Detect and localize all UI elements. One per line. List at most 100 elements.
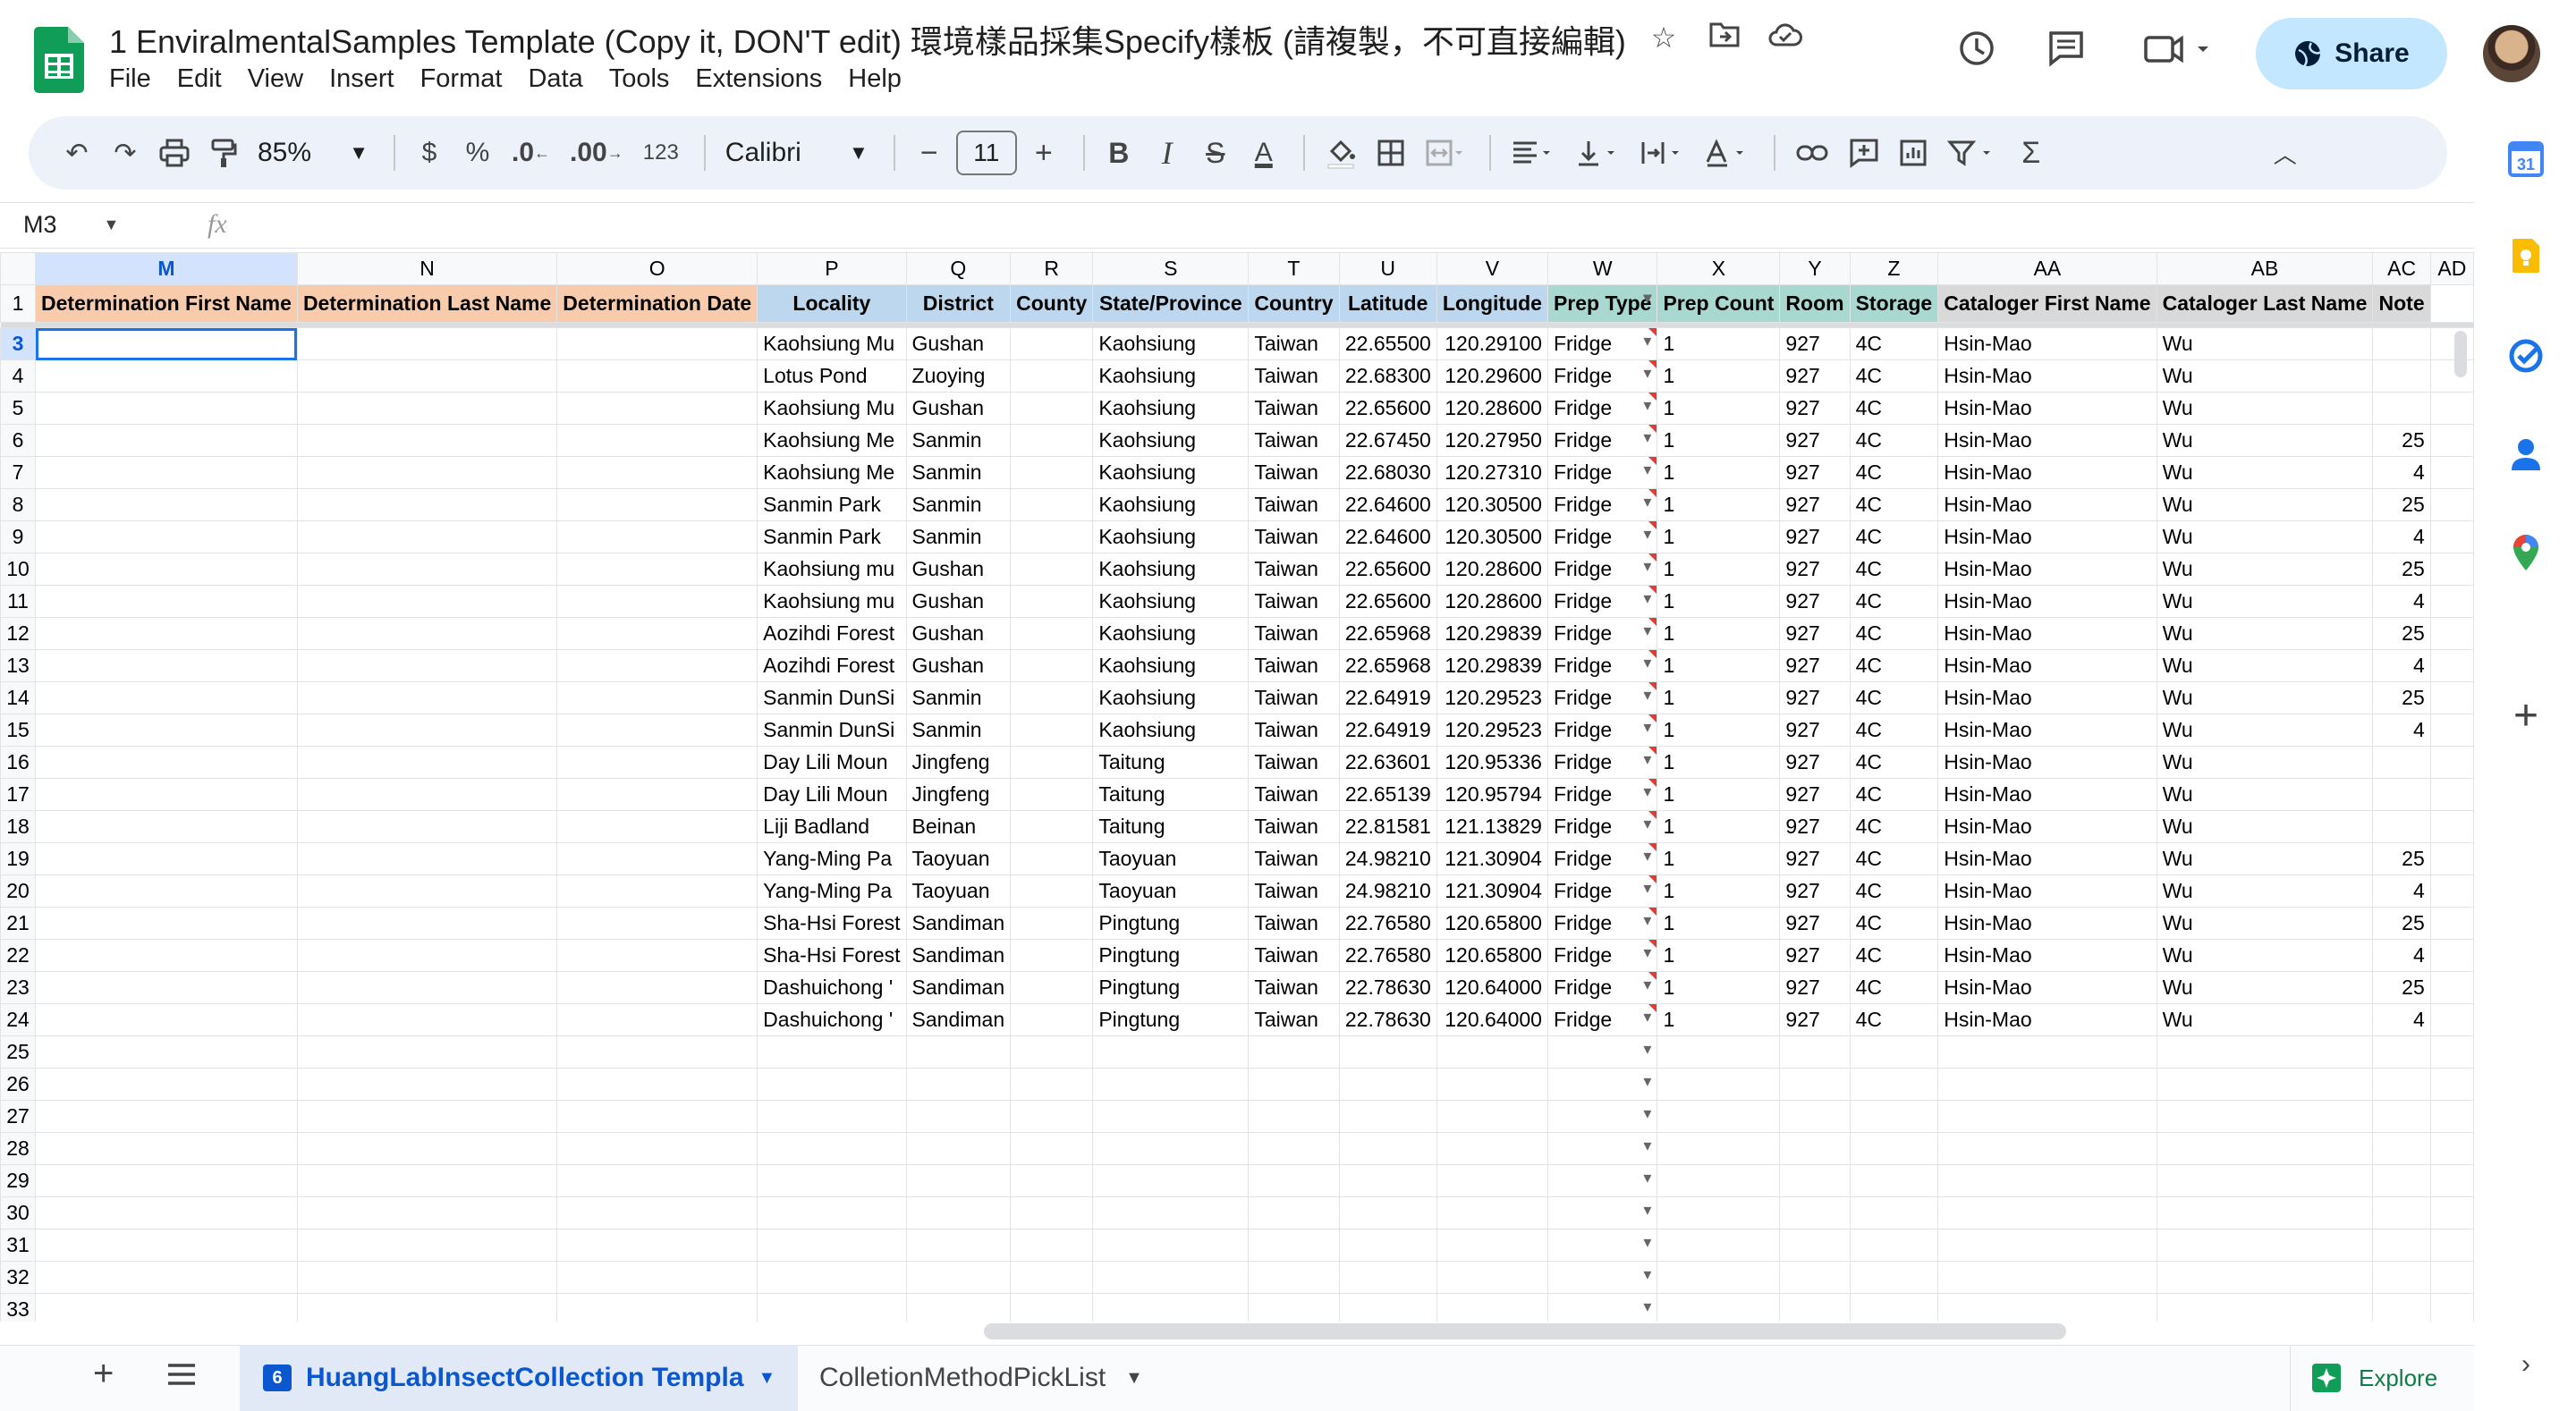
table-cell[interactable]: Hsin-Mao — [1937, 649, 2157, 682]
table-cell[interactable] — [1338, 1229, 1437, 1262]
table-cell[interactable] — [1937, 1261, 2157, 1294]
menu-edit[interactable]: Edit — [177, 64, 237, 94]
table-cell[interactable] — [2156, 1100, 2374, 1133]
redo-icon[interactable]: ↷ — [104, 128, 147, 178]
table-cell[interactable] — [2429, 1132, 2474, 1165]
column-header-r[interactable]: R — [1010, 252, 1094, 285]
table-cell[interactable]: Aozihdi Forest — [757, 617, 907, 650]
table-cell[interactable] — [35, 392, 298, 425]
table-cell[interactable]: Taiwan — [1248, 585, 1340, 618]
table-cell[interactable] — [1092, 1132, 1250, 1165]
video-call-icon[interactable] — [2138, 29, 2218, 79]
table-cell[interactable]: 927 — [1779, 842, 1851, 875]
row-header[interactable]: 8 — [0, 488, 37, 521]
table-cell[interactable] — [35, 520, 298, 553]
borders-icon[interactable] — [1369, 128, 1412, 178]
table-cell[interactable]: 22.64600 — [1338, 520, 1437, 553]
column-header-ac[interactable]: AC — [2372, 252, 2431, 285]
menu-view[interactable]: View — [248, 64, 318, 94]
table-cell[interactable]: 927 — [1779, 810, 1851, 843]
table-cell[interactable] — [35, 1100, 298, 1133]
table-cell[interactable]: Dashuichong ' — [757, 971, 907, 1004]
column-header-t[interactable]: T — [1248, 252, 1340, 285]
table-cell[interactable]: Taitung — [1092, 746, 1250, 779]
table-cell[interactable]: 1 — [1657, 842, 1781, 875]
table-cell[interactable] — [2372, 1196, 2431, 1229]
menu-insert[interactable]: Insert — [329, 64, 410, 94]
table-cell[interactable] — [1010, 778, 1094, 811]
tab-collection-method-picklist[interactable]: ColletionMethodPickList ▼ — [819, 1345, 1143, 1411]
table-cell[interactable]: 120.27950 — [1436, 424, 1548, 457]
table-cell[interactable] — [556, 488, 758, 521]
table-cell[interactable]: Sha-Hsi Forest — [757, 939, 907, 972]
table-cell[interactable]: 927 — [1779, 778, 1851, 811]
table-cell[interactable] — [2429, 424, 2474, 457]
table-cell[interactable] — [2429, 1100, 2474, 1133]
italic-button[interactable]: I — [1146, 128, 1189, 178]
table-cell[interactable]: Hsin-Mao — [1937, 971, 2157, 1004]
text-color-button[interactable]: A — [1242, 128, 1285, 178]
table-cell[interactable]: Kaohsiung — [1092, 456, 1250, 489]
maps-icon[interactable] — [2503, 529, 2549, 576]
horizontal-align-icon[interactable] — [1504, 128, 1563, 178]
table-cell[interactable]: Fridge — [1546, 327, 1658, 360]
table-cell[interactable]: Fridge — [1546, 1003, 1658, 1036]
table-cell[interactable]: 120.28600 — [1436, 553, 1548, 586]
table-cell[interactable]: 4C — [1849, 520, 1939, 553]
table-cell[interactable] — [35, 746, 298, 779]
table-cell[interactable] — [35, 810, 298, 843]
menu-extensions[interactable]: Extensions — [695, 64, 837, 94]
table-cell[interactable] — [1010, 939, 1094, 972]
table-cell[interactable]: Hsin-Mao — [1937, 907, 2157, 940]
table-cell[interactable] — [35, 359, 298, 393]
table-cell[interactable] — [1546, 1229, 1658, 1262]
table-cell[interactable]: Kaohsiung mu — [757, 553, 907, 586]
table-cell[interactable]: 1 — [1657, 520, 1781, 553]
table-cell[interactable] — [1546, 1196, 1658, 1229]
field-header-cell[interactable]: Locality — [757, 284, 907, 323]
fill-color-icon[interactable] — [1318, 128, 1364, 178]
table-cell[interactable] — [296, 874, 558, 908]
table-cell[interactable] — [1937, 1035, 2157, 1069]
column-header-w[interactable]: W — [1546, 252, 1658, 285]
table-cell[interactable]: 1 — [1657, 649, 1781, 682]
table-cell[interactable] — [1436, 1261, 1548, 1294]
row-header[interactable]: 13 — [0, 649, 37, 682]
table-cell[interactable]: Taiwan — [1248, 488, 1340, 521]
table-cell[interactable] — [1010, 617, 1094, 650]
table-cell[interactable]: 120.29523 — [1436, 714, 1548, 747]
table-cell[interactable]: Wu — [2156, 907, 2374, 940]
table-cell[interactable] — [1248, 1261, 1340, 1294]
table-cell[interactable] — [1010, 488, 1094, 521]
table-cell[interactable]: 120.64000 — [1436, 971, 1548, 1004]
table-cell[interactable] — [1849, 1100, 1939, 1133]
table-cell[interactable]: Wu — [2156, 585, 2374, 618]
row-header[interactable]: 32 — [0, 1261, 37, 1294]
table-cell[interactable] — [1092, 1229, 1250, 1262]
field-header-cell[interactable]: Country — [1248, 284, 1340, 323]
table-cell[interactable] — [296, 1229, 558, 1262]
table-cell[interactable] — [1338, 1293, 1437, 1322]
table-cell[interactable]: 25 — [2372, 971, 2431, 1004]
table-cell[interactable]: 25 — [2372, 842, 2431, 875]
table-cell[interactable]: Kaohsiung Me — [757, 424, 907, 457]
table-cell[interactable] — [1010, 746, 1094, 779]
insert-comment-icon[interactable] — [1842, 128, 1886, 178]
table-cell[interactable]: Sanmin Park — [757, 488, 907, 521]
table-cell[interactable] — [296, 617, 558, 650]
table-cell[interactable]: Gushan — [905, 585, 1012, 618]
table-cell[interactable]: 22.64919 — [1338, 714, 1437, 747]
table-cell[interactable] — [296, 1196, 558, 1229]
table-cell[interactable] — [905, 1100, 1012, 1133]
table-cell[interactable] — [1546, 1293, 1658, 1322]
table-cell[interactable]: Taiwan — [1248, 649, 1340, 682]
table-cell[interactable] — [2429, 327, 2474, 360]
table-cell[interactable] — [35, 1035, 298, 1069]
table-cell[interactable] — [556, 1229, 758, 1262]
table-cell[interactable]: 927 — [1779, 392, 1851, 425]
table-cell[interactable]: 4C — [1849, 585, 1939, 618]
table-cell[interactable]: 1 — [1657, 488, 1781, 521]
table-cell[interactable] — [1248, 1293, 1340, 1322]
table-cell[interactable]: Sandiman — [905, 971, 1012, 1004]
table-cell[interactable]: Jingfeng — [905, 746, 1012, 779]
